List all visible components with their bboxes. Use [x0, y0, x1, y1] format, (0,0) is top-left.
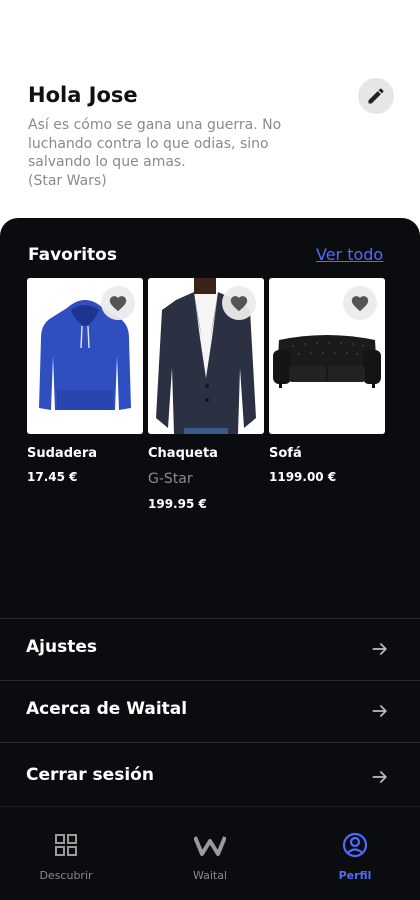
bottom-nav: Descubrir Waital Perfil [0, 806, 420, 900]
nav-tab-label: Waital [192, 869, 228, 882]
profile-header: Hola Jose Así es cómo se gana una guerra… [0, 0, 420, 218]
product-image[interactable] [27, 278, 143, 434]
waital-logo-icon [194, 836, 226, 856]
quote-line: Así es cómo se gana una guerra. No [28, 117, 282, 133]
heart-icon [230, 296, 248, 312]
nav-tab-discover[interactable]: Descubrir [16, 831, 116, 882]
product-price: 1199.00 € [269, 470, 337, 484]
nav-tab-profile[interactable]: Perfil [305, 831, 405, 882]
favorite-card[interactable]: Sudadera 17.45 € [27, 278, 143, 484]
quote-line: luchando contra lo que odias, sino [28, 135, 269, 152]
menu-item-settings[interactable]: Ajustes [0, 618, 420, 680]
menu-item-about[interactable]: Acerca de Waital [0, 680, 420, 742]
grid-icon [55, 834, 77, 856]
product-name: Sudadera [27, 446, 98, 461]
product-price: 17.45 € [27, 470, 78, 484]
product-name: Sofá [269, 446, 302, 461]
nav-tab-label: Descubrir [39, 869, 93, 882]
quote-line: salvando lo que amas. [28, 154, 186, 170]
see-all-link[interactable]: Ver todo [316, 245, 383, 264]
profile-quote: Así es cómo se gana una guerra. No lucha… [28, 116, 328, 190]
menu-item-label: Ajustes [26, 637, 97, 657]
favorite-card[interactable]: Sofá 1199.00 € [269, 278, 385, 484]
product-name: Chaqueta [148, 446, 218, 461]
nav-tab-waital[interactable]: Waital [160, 831, 260, 882]
pencil-icon [368, 88, 384, 104]
favorites-title: Favoritos [28, 245, 117, 265]
arrow-right-icon [372, 771, 387, 783]
product-image[interactable] [269, 278, 385, 434]
menu-item-label: Acerca de Waital [26, 699, 188, 719]
favorite-toggle[interactable] [101, 286, 135, 320]
quote-author: (Star Wars) [28, 172, 107, 189]
nav-tab-label: Perfil [338, 869, 372, 882]
arrow-right-icon [372, 643, 387, 655]
menu-item-logout[interactable]: Cerrar sesión [0, 742, 420, 804]
menu-item-label: Cerrar sesión [26, 765, 154, 785]
heart-icon [109, 296, 127, 312]
favorite-card[interactable]: Chaqueta G-Star 199.95 € [148, 278, 264, 511]
profile-icon [342, 832, 368, 858]
heart-icon [351, 296, 369, 312]
greeting-title: Hola Jose [28, 83, 138, 107]
product-price: 199.95 € [148, 497, 207, 511]
edit-profile-button[interactable] [358, 78, 394, 114]
favorite-toggle[interactable] [222, 286, 256, 320]
arrow-right-icon [372, 705, 387, 717]
product-image[interactable] [148, 278, 264, 434]
product-brand: G-Star [148, 471, 193, 487]
favorite-toggle[interactable] [343, 286, 377, 320]
